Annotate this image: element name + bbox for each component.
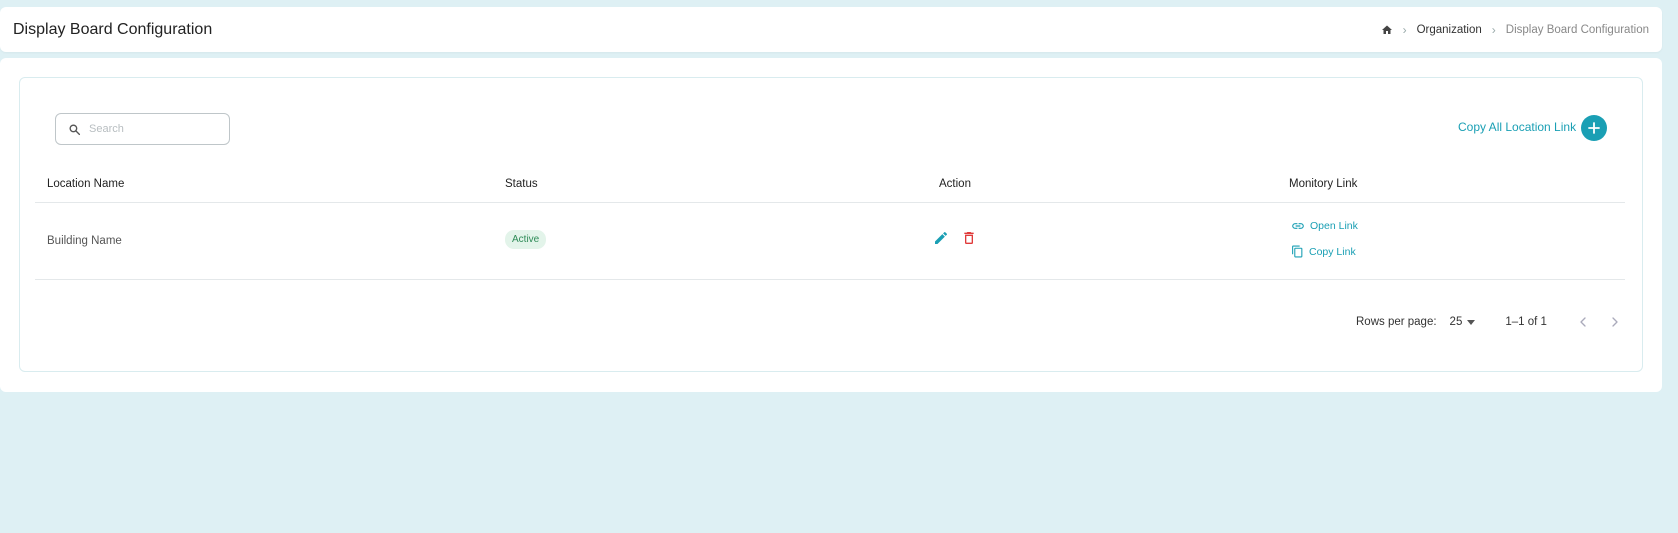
copy-icon [1292,245,1303,258]
plus-icon [1588,122,1600,134]
rows-per-page-value: 25 [1449,316,1463,328]
add-location-button[interactable] [1581,115,1607,141]
home-icon[interactable] [1381,24,1393,36]
column-header-status[interactable]: Status [505,178,538,190]
page-range: 1–1 of 1 [1505,316,1547,328]
open-link-button[interactable]: Open Link [1291,219,1358,233]
breadcrumb: › Organization › Display Board Configura… [1381,23,1649,37]
breadcrumb-item-current: Display Board Configuration [1505,23,1649,36]
breadcrumb-separator: › [1402,22,1407,37]
breadcrumb-item-organization[interactable]: Organization [1417,24,1482,36]
link-icon [1292,223,1304,229]
rows-per-page-label: Rows per page: [1356,316,1437,328]
edit-icon[interactable] [933,230,949,246]
page-title: Display Board Configuration [13,20,213,38]
previous-page-icon[interactable] [1575,314,1591,330]
page-header: Display Board Configuration › Organizati… [0,7,1662,52]
copy-all-location-link-button[interactable]: Copy All Location Link [1458,120,1576,134]
rows-per-page-select[interactable]: 25 [1450,316,1476,328]
location-name-cell: Building Name [47,235,122,247]
status-badge: Active [505,230,547,249]
monitory-link-cell: Open Link Copy Link [1291,219,1358,258]
status-cell: Active [505,230,547,249]
next-page-icon[interactable] [1607,314,1623,330]
action-cell [933,230,977,246]
column-header-location-name[interactable]: Location Name [47,178,124,190]
search-box[interactable] [55,113,230,145]
table-header: Location Name Status Action Monitory Lin… [35,166,1625,203]
open-link-label: Open Link [1310,220,1358,232]
breadcrumb-separator: › [1491,22,1496,37]
search-icon [68,123,81,136]
column-header-action: Action [939,178,971,190]
main-card: Copy All Location Link Location Name Sta… [0,58,1662,392]
delete-icon[interactable] [961,230,977,246]
locations-table: Location Name Status Action Monitory Lin… [35,166,1625,280]
table-card: Copy All Location Link Location Name Sta… [19,77,1643,372]
copy-link-label: Copy Link [1309,245,1356,258]
search-input[interactable] [89,123,209,135]
table-row: Building Name Active Open Link Copy Link [35,203,1625,280]
copy-link-button[interactable]: Copy Link [1291,245,1358,258]
column-header-monitory-link: Monitory Link [1289,178,1358,190]
pagination: Rows per page: 25 1–1 of 1 [1356,312,1623,332]
caret-down-icon [1467,319,1476,325]
